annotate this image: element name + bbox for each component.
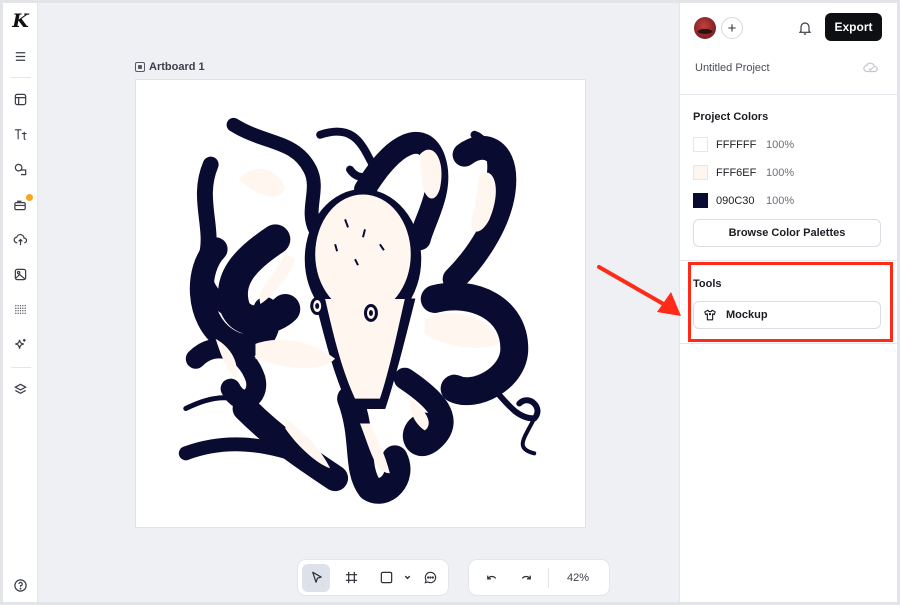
- color-hex: 090C30: [716, 194, 755, 207]
- panel-divider: [680, 343, 897, 344]
- color-opacity: 100%: [766, 138, 795, 151]
- plus-icon: +: [727, 19, 737, 37]
- sidebar-item-uploads[interactable]: [3, 227, 38, 251]
- pointer-icon: [311, 571, 322, 583]
- sidebar-item-elements[interactable]: [3, 157, 38, 181]
- bell-icon[interactable]: [797, 20, 813, 36]
- comment-icon: [424, 571, 436, 584]
- tshirt-icon: [704, 309, 716, 321]
- project-name[interactable]: Untitled Project: [695, 62, 770, 74]
- comment-tool-button[interactable]: [416, 564, 444, 592]
- upload-cloud-icon: [13, 233, 28, 245]
- sidebar-item-patterns[interactable]: [3, 297, 38, 321]
- layout-icon: [14, 93, 27, 105]
- panel-divider: [680, 260, 897, 261]
- undo-button[interactable]: [477, 564, 505, 592]
- mockup-label: Mockup: [726, 309, 768, 321]
- artboard[interactable]: [135, 79, 586, 528]
- color-hex: FFFFFF: [716, 138, 757, 151]
- mockup-button[interactable]: Mockup: [693, 301, 881, 329]
- app-window: K Artboard 1 42% + Export Untitled Proje…: [3, 3, 897, 602]
- export-button[interactable]: Export: [825, 13, 882, 41]
- dots-grid-icon: [15, 304, 26, 314]
- menu-button[interactable]: [3, 44, 38, 68]
- color-swatch[interactable]: [693, 193, 708, 208]
- sidebar-divider: [11, 367, 31, 368]
- sidebar-item-ai-tools[interactable]: [3, 332, 38, 356]
- sidebar-item-brand-kit[interactable]: [3, 192, 38, 216]
- text-icon: [14, 128, 27, 140]
- octopus-illustration[interactable]: [136, 80, 585, 527]
- zoom-level[interactable]: 42%: [557, 572, 605, 584]
- color-row[interactable]: FFF6EF 100%: [693, 165, 794, 180]
- color-swatch[interactable]: [693, 165, 708, 180]
- notification-badge: [25, 193, 34, 202]
- artboard-icon: [135, 62, 145, 72]
- image-icon: [14, 268, 27, 280]
- select-tool-button[interactable]: [302, 563, 330, 592]
- app-logo[interactable]: K: [3, 10, 38, 32]
- tools-toolbar: [297, 559, 449, 596]
- help-button[interactable]: [3, 573, 38, 597]
- shape-dropdown-button[interactable]: [400, 564, 414, 592]
- sidebar-item-layers[interactable]: [3, 377, 38, 401]
- sidebar-item-text[interactable]: [3, 122, 38, 146]
- add-collaborator-button[interactable]: +: [721, 17, 743, 39]
- chevron-down-icon: [404, 575, 410, 580]
- panel-divider: [680, 94, 897, 95]
- sparkle-icon: [15, 338, 26, 349]
- help-circle-icon: [14, 578, 27, 592]
- shape-tool-button[interactable]: [372, 564, 400, 592]
- color-row[interactable]: 090C30 100%: [693, 193, 794, 208]
- canvas-area[interactable]: Artboard 1 42%: [39, 3, 679, 602]
- project-colors-title: Project Colors: [693, 111, 769, 123]
- cloud-saved-icon: [863, 62, 878, 73]
- sidebar-divider: [11, 77, 31, 78]
- hash-frame-icon: [345, 571, 357, 584]
- color-hex: FFF6EF: [716, 166, 757, 179]
- redo-button[interactable]: [512, 564, 540, 592]
- right-panel: + Export Untitled Project Project Colors…: [679, 3, 897, 602]
- tools-title: Tools: [693, 278, 722, 290]
- history-zoom-toolbar: 42%: [468, 559, 611, 596]
- user-avatar[interactable]: [694, 17, 716, 39]
- color-row[interactable]: FFFFFF 100%: [693, 137, 794, 152]
- color-opacity: 100%: [766, 166, 795, 179]
- sidebar-item-photos[interactable]: [3, 262, 38, 286]
- color-opacity: 100%: [766, 194, 795, 207]
- artboard-name: Artboard 1: [149, 61, 205, 73]
- square-icon: [380, 571, 392, 584]
- layers-icon: [14, 383, 27, 394]
- redo-icon: [521, 575, 531, 580]
- artboard-label[interactable]: Artboard 1: [135, 61, 205, 73]
- left-sidebar: K: [3, 3, 38, 602]
- color-swatch[interactable]: [693, 137, 708, 152]
- undo-icon: [486, 575, 496, 580]
- sidebar-item-templates[interactable]: [3, 87, 38, 111]
- frame-tool-button[interactable]: [337, 564, 365, 592]
- browse-color-palettes-button[interactable]: Browse Color Palettes: [693, 219, 881, 247]
- toolbar-divider: [548, 567, 549, 588]
- hamburger-icon: [15, 51, 26, 61]
- shapes-icon: [14, 163, 27, 175]
